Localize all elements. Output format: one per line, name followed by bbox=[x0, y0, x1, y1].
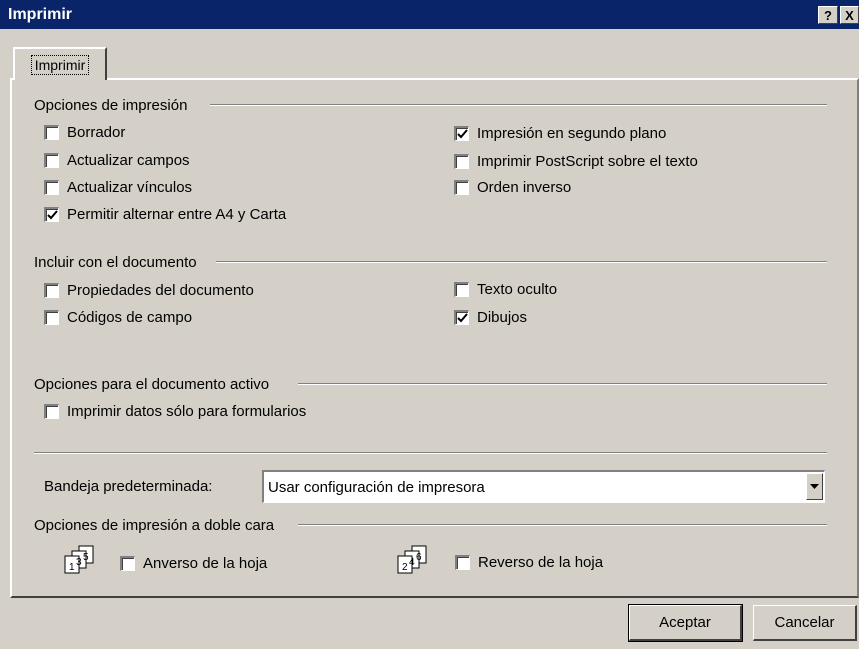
datos-formularios-label: Imprimir datos sólo para formularios bbox=[67, 402, 307, 420]
front-pages-icon: 1 3 5 bbox=[64, 545, 104, 575]
segundo-plano-label: Impresión en segundo plano bbox=[477, 124, 667, 142]
actualizar-vinculos-checkbox[interactable] bbox=[44, 179, 59, 195]
anverso-checkbox[interactable] bbox=[120, 555, 135, 571]
active-doc-heading-text: Opciones para el documento activo bbox=[34, 375, 270, 393]
propiedades-checkbox[interactable] bbox=[44, 282, 59, 298]
permitir-alternar-label: Permitir alternar entre A4 y Carta bbox=[67, 205, 287, 223]
segundo-plano-checkbox[interactable] bbox=[454, 125, 469, 141]
duplex-heading-text: Opciones de impresión a doble cara bbox=[34, 516, 275, 534]
close-icon: X bbox=[845, 7, 854, 23]
reverso-checkbox[interactable] bbox=[455, 554, 470, 570]
permitir-alternar-checkbox[interactable] bbox=[44, 206, 59, 222]
help-icon: ? bbox=[824, 7, 832, 23]
postscript-label: Imprimir PostScript sobre el texto bbox=[477, 152, 698, 170]
check-icon bbox=[46, 209, 58, 219]
tab-imprimir[interactable]: Imprimir bbox=[13, 47, 107, 80]
option-segundo-plano[interactable]: Impresión en segundo plano bbox=[454, 123, 666, 143]
datos-formularios-checkbox[interactable] bbox=[44, 403, 59, 419]
orden-inverso-checkbox[interactable] bbox=[454, 179, 469, 195]
codigos-campo-checkbox[interactable] bbox=[44, 309, 59, 325]
ok-button-label: Aceptar bbox=[659, 614, 711, 631]
tray-label: Bandeja predeterminada: bbox=[44, 476, 212, 496]
back-pages-icon: 2 4 6 bbox=[397, 545, 437, 575]
anverso-label: Anverso de la hoja bbox=[143, 554, 268, 572]
include-divider bbox=[216, 261, 827, 263]
texto-oculto-checkbox[interactable] bbox=[454, 281, 469, 297]
chevron-down-icon bbox=[810, 484, 819, 489]
actualizar-campos-label: Actualizar campos bbox=[67, 151, 190, 169]
option-texto-oculto[interactable]: Texto oculto bbox=[454, 279, 557, 299]
svg-text:5: 5 bbox=[83, 552, 89, 563]
print-options-heading-text: Opciones de impresión bbox=[34, 96, 188, 114]
check-icon bbox=[456, 312, 468, 322]
active-doc-heading: Opciones para el documento activo bbox=[34, 374, 269, 394]
option-datos-formularios[interactable]: Imprimir datos sólo para formularios bbox=[44, 401, 306, 421]
actualizar-campos-checkbox[interactable] bbox=[44, 152, 59, 168]
tray-select-value: Usar configuración de impresora bbox=[268, 478, 485, 496]
tray-select-dropdown-button[interactable] bbox=[806, 473, 823, 500]
ok-button[interactable]: Aceptar bbox=[628, 604, 743, 642]
duplex-divider bbox=[298, 524, 827, 526]
print-options-heading: Opciones de impresión bbox=[34, 95, 187, 115]
option-propiedades[interactable]: Propiedades del documento bbox=[44, 280, 254, 300]
title-bar: Imprimir bbox=[0, 0, 859, 29]
tab-imprimir-label: Imprimir bbox=[30, 54, 90, 75]
section-separator bbox=[34, 452, 827, 454]
tray-label-text: Bandeja predeterminada: bbox=[44, 477, 213, 495]
include-heading: Incluir con el documento bbox=[34, 252, 197, 272]
option-postscript[interactable]: Imprimir PostScript sobre el texto bbox=[454, 151, 698, 171]
option-permitir-alternar[interactable]: Permitir alternar entre A4 y Carta bbox=[44, 204, 286, 224]
option-orden-inverso[interactable]: Orden inverso bbox=[454, 177, 571, 197]
option-codigos-campo[interactable]: Códigos de campo bbox=[44, 307, 192, 327]
svg-text:2: 2 bbox=[402, 562, 408, 573]
dibujos-checkbox[interactable] bbox=[454, 309, 469, 325]
option-anverso[interactable]: Anverso de la hoja bbox=[120, 553, 267, 573]
window-title: Imprimir bbox=[8, 5, 73, 23]
option-borrador[interactable]: Borrador bbox=[44, 122, 125, 142]
duplex-heading: Opciones de impresión a doble cara bbox=[34, 515, 274, 535]
check-icon bbox=[456, 128, 468, 138]
dibujos-label: Dibujos bbox=[477, 308, 528, 326]
include-heading-text: Incluir con el documento bbox=[34, 253, 197, 271]
svg-text:1: 1 bbox=[69, 562, 75, 573]
reverso-label: Reverso de la hoja bbox=[478, 553, 604, 571]
actualizar-vinculos-label: Actualizar vínculos bbox=[67, 178, 193, 196]
orden-inverso-label: Orden inverso bbox=[477, 178, 572, 196]
propiedades-label: Propiedades del documento bbox=[67, 281, 254, 299]
option-reverso[interactable]: Reverso de la hoja bbox=[455, 552, 603, 572]
print-options-divider bbox=[210, 104, 827, 106]
option-dibujos[interactable]: Dibujos bbox=[454, 307, 527, 327]
close-button[interactable]: X bbox=[840, 6, 859, 24]
cancel-button-label: Cancelar bbox=[774, 614, 835, 631]
option-actualizar-vinculos[interactable]: Actualizar vínculos bbox=[44, 177, 192, 197]
svg-text:3: 3 bbox=[76, 557, 82, 568]
borrador-checkbox[interactable] bbox=[44, 124, 59, 140]
texto-oculto-label: Texto oculto bbox=[477, 280, 558, 298]
postscript-checkbox[interactable] bbox=[454, 153, 469, 169]
codigos-campo-label: Códigos de campo bbox=[67, 308, 193, 326]
tray-select[interactable]: Usar configuración de impresora bbox=[262, 470, 825, 503]
svg-text:4: 4 bbox=[409, 557, 415, 568]
help-button[interactable]: ? bbox=[818, 6, 838, 24]
cancel-button[interactable]: Cancelar bbox=[753, 605, 857, 641]
svg-text:6: 6 bbox=[416, 552, 422, 563]
borrador-label: Borrador bbox=[67, 123, 126, 141]
option-actualizar-campos[interactable]: Actualizar campos bbox=[44, 150, 190, 170]
active-doc-divider bbox=[298, 383, 827, 385]
